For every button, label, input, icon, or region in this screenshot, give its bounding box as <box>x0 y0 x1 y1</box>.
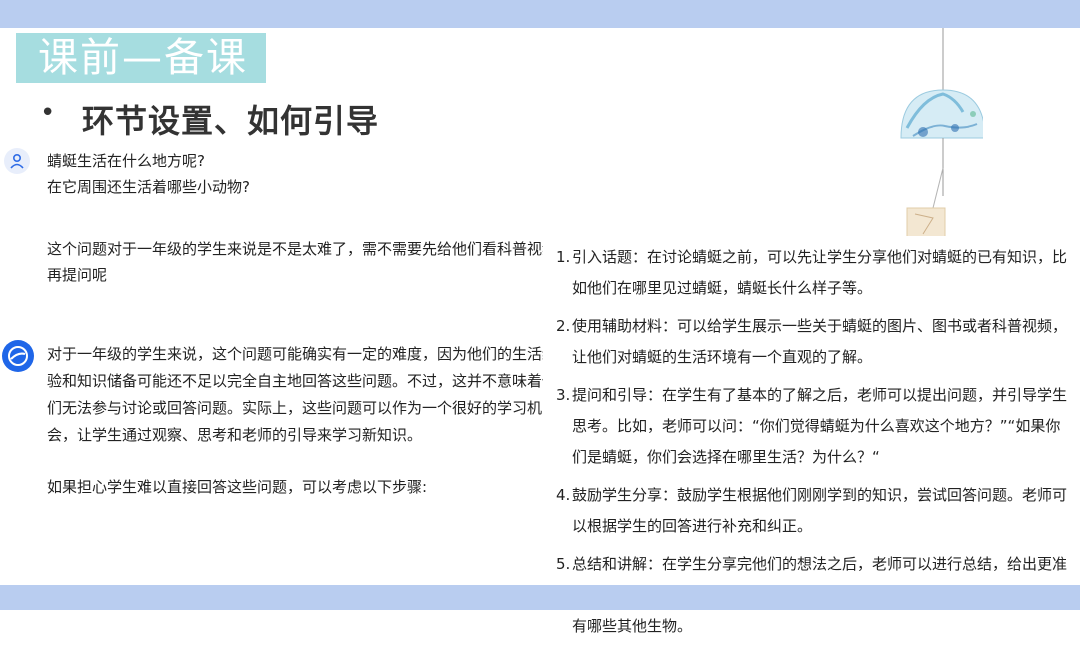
step-text: 使用辅助材料：可以给学生展示一些关于蜻蜓的图片、图书或者科普视频，让他们对蜻蜓的… <box>572 311 1071 373</box>
section-heading: 环节设置、如何引导 <box>82 96 379 142</box>
step-number: 4. <box>556 480 572 542</box>
user-icon <box>9 153 25 169</box>
user-question-2: 在它周围还生活着哪些小动物? <box>47 174 250 200</box>
bottom-bar <box>0 585 1080 610</box>
step-item: 3. 提问和引导：在学生有了基本的了解之后，老师可以提出问题，并引导学生思考。比… <box>556 380 1071 473</box>
top-bar <box>0 0 1080 28</box>
step-text: 鼓励学生分享：鼓励学生根据他们刚刚学到的知识，尝试回答问题。老师可以根据学生的回… <box>572 480 1071 542</box>
step-item: 1. 引入话题：在讨论蜻蜓之前，可以先让学生分享他们对蜻蜓的已有知识，比如他们在… <box>556 242 1071 304</box>
step-number: 2. <box>556 311 572 373</box>
step-item: 4. 鼓励学生分享：鼓励学生根据他们刚刚学到的知识，尝试回答问题。老师可以根据学… <box>556 480 1071 542</box>
ai-response-paragraph-1: 对于一年级的学生来说，这个问题可能确实有一定的难度，因为他们的生活经验和知识储备… <box>47 341 567 449</box>
user-question-1: 蜻蜓生活在什么地方呢? <box>47 148 250 174</box>
ai-response-paragraph-2: 如果担心学生难以直接回答这些问题，可以考虑以下步骤: <box>47 474 427 501</box>
user-avatar <box>4 148 30 174</box>
ai-logo-icon <box>6 344 30 368</box>
wind-chime-icon <box>893 28 983 246</box>
slide-title-box: 课前—备课 <box>16 33 266 83</box>
step-text: 引入话题：在讨论蜻蜓之前，可以先让学生分享他们对蜻蜓的已有知识，比如他们在哪里见… <box>572 242 1071 304</box>
bullet-dot: • <box>40 98 55 128</box>
user-message-questions: 蜻蜓生活在什么地方呢? 在它周围还生活着哪些小动物? <box>47 148 250 200</box>
user-question-3: 这个问题对于一年级的学生来说是不是太难了，需不需要先给他们看科普视频再提问呢 <box>47 236 567 288</box>
slide-title: 课前—备课 <box>38 35 248 81</box>
ai-avatar <box>2 340 34 372</box>
step-number: 3. <box>556 380 572 473</box>
step-text: 提问和引导：在学生有了基本的了解之后，老师可以提出问题，并引导学生思考。比如，老… <box>572 380 1071 473</box>
step-number: 1. <box>556 242 572 304</box>
step-item: 2. 使用辅助材料：可以给学生展示一些关于蜻蜓的图片、图书或者科普视频，让他们对… <box>556 311 1071 373</box>
steps-panel: 1. 引入话题：在讨论蜻蜓之前，可以先让学生分享他们对蜻蜓的已有知识，比如他们在… <box>543 236 1080 610</box>
